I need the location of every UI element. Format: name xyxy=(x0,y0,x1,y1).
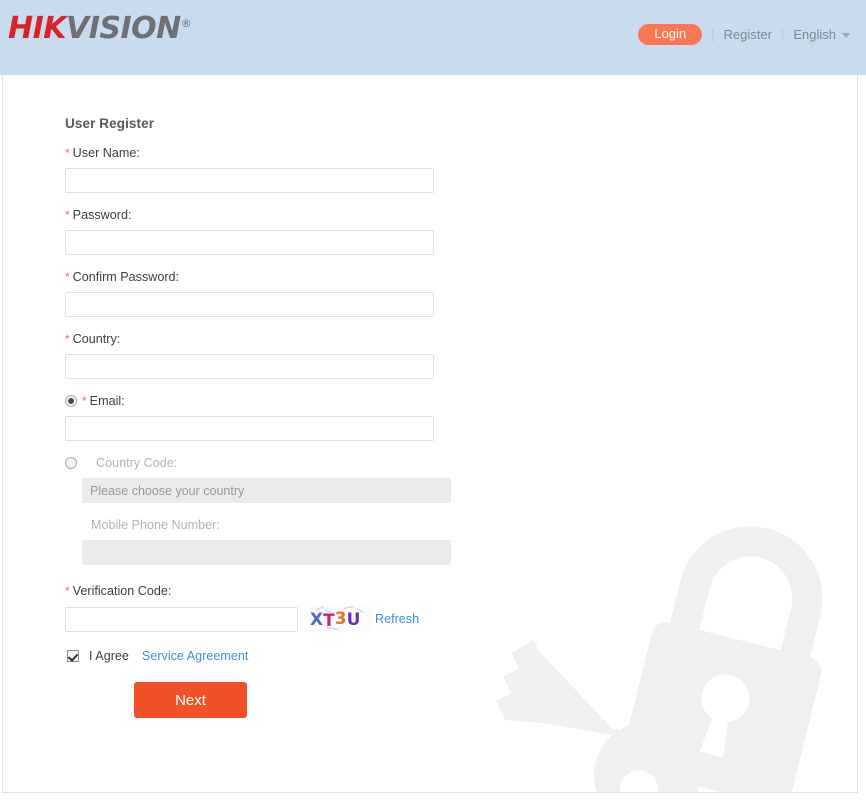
country-code-input[interactable] xyxy=(82,478,451,503)
captcha-text: XT3U xyxy=(310,609,361,631)
captcha-char-1: X xyxy=(310,610,324,630)
chevron-down-icon xyxy=(842,32,850,38)
captcha-char-4: U xyxy=(346,610,361,630)
field-verification-code: * Verification Code: XT3U Refresh xyxy=(65,582,485,632)
label-email: * Email: xyxy=(65,392,485,409)
refresh-captcha-link[interactable]: Refresh xyxy=(375,612,419,626)
required-asterisk: * xyxy=(65,583,70,598)
field-country: * Country: xyxy=(65,330,485,379)
country-input[interactable] xyxy=(65,354,434,379)
label-text: User Name: xyxy=(72,145,140,160)
logo-text-hik: HIK xyxy=(8,11,67,46)
label-user-name: * User Name: xyxy=(65,144,485,161)
page-header: HIKVISION® Login | Register | English xyxy=(0,0,866,75)
register-form: User Register * User Name: * Password: *… xyxy=(65,75,485,718)
field-country-code: Country Code: xyxy=(65,454,485,503)
phone-radio-button[interactable] xyxy=(65,456,77,469)
label-text: Email: xyxy=(89,393,125,408)
label-text: Country: xyxy=(72,331,121,346)
service-agreement-link[interactable]: Service Agreement xyxy=(142,649,248,663)
hikvision-logo: HIKVISION® xyxy=(8,11,192,46)
nav-separator-1: | xyxy=(711,26,715,42)
label-password: * Password: xyxy=(65,206,485,223)
login-button[interactable]: Login xyxy=(638,23,703,45)
captcha-char-2: T xyxy=(323,611,335,631)
page-title: User Register xyxy=(65,116,155,131)
lock-key-watermark xyxy=(495,526,823,792)
user-name-input[interactable] xyxy=(65,168,434,193)
required-asterisk: * xyxy=(65,145,70,160)
field-user-name: * User Name: xyxy=(65,144,485,193)
email-radio-button[interactable] xyxy=(65,394,77,407)
verification-code-row: XT3U Refresh xyxy=(65,606,485,632)
confirm-password-input[interactable] xyxy=(65,292,434,317)
agreement-row: I Agree Service Agreement xyxy=(67,649,485,663)
field-password: * Password: xyxy=(65,206,485,255)
field-email: * Email: xyxy=(65,392,485,441)
verification-code-input[interactable] xyxy=(65,606,298,632)
password-input[interactable] xyxy=(65,230,434,255)
logo-text-vision: VISION xyxy=(66,11,181,46)
register-link[interactable]: Register xyxy=(724,27,772,42)
label-text: Confirm Password: xyxy=(72,269,180,284)
label-mobile-phone: Mobile Phone Number: xyxy=(81,516,485,533)
label-text: Mobile Phone Number: xyxy=(91,517,220,532)
required-asterisk: * xyxy=(65,331,70,346)
field-mobile-phone: Mobile Phone Number: xyxy=(81,516,485,565)
next-button[interactable]: Next xyxy=(134,682,247,718)
agree-checkbox[interactable] xyxy=(67,650,79,662)
label-country-code: Country Code: xyxy=(65,454,485,471)
field-confirm-password: * Confirm Password: xyxy=(65,268,485,317)
label-text: Password: xyxy=(72,207,132,222)
captcha-image[interactable]: XT3U xyxy=(309,606,371,632)
mobile-phone-input[interactable] xyxy=(82,540,451,565)
captcha-char-3: 3 xyxy=(334,609,347,629)
email-input[interactable] xyxy=(65,416,434,441)
label-country: * Country: xyxy=(65,330,485,347)
label-confirm-password: * Confirm Password: xyxy=(65,268,485,285)
language-label: English xyxy=(793,26,836,42)
required-asterisk: * xyxy=(82,393,87,408)
required-asterisk: * xyxy=(65,269,70,284)
nav-separator-2: | xyxy=(780,26,785,42)
content-card: User Register * User Name: * Password: *… xyxy=(2,75,858,793)
header-nav: Login | Register | English xyxy=(638,23,850,45)
label-text: Country Code: xyxy=(96,455,178,470)
required-asterisk: * xyxy=(65,207,70,222)
language-selector[interactable]: English xyxy=(793,27,850,42)
label-text: Verification Code: xyxy=(72,583,172,598)
agree-label: I Agree xyxy=(89,649,129,663)
registered-trademark-icon: ® xyxy=(180,17,192,30)
label-verification-code: * Verification Code: xyxy=(65,582,485,599)
